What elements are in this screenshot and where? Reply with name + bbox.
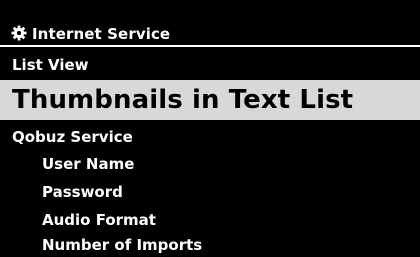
menu-item-number-of-imports[interactable]: Number of Imports bbox=[0, 234, 420, 257]
header-title: Internet Service bbox=[32, 25, 171, 43]
menu-item-password[interactable]: Password bbox=[0, 179, 420, 205]
menu-item-label: Password bbox=[42, 182, 123, 201]
menu-item-label: List View bbox=[12, 55, 89, 74]
menu-item-label: User Name bbox=[42, 154, 135, 173]
menu-item-audio-format[interactable]: Audio Format bbox=[0, 207, 420, 233]
menu-item-list-view[interactable]: List View bbox=[0, 52, 420, 78]
menu-item-label: Number of Imports bbox=[42, 236, 203, 254]
menu-item-label: Audio Format bbox=[42, 210, 156, 229]
menu-item-label: Qobuz Service bbox=[12, 127, 133, 146]
settings-header: Internet Service bbox=[0, 23, 420, 47]
menu-item-user-name[interactable]: User Name bbox=[0, 151, 420, 177]
gear-icon bbox=[11, 25, 27, 41]
menu-item-label: Thumbnails in Text List bbox=[12, 85, 354, 115]
settings-screen: Internet Service List View Thumbnails in… bbox=[0, 0, 420, 257]
menu-item-qobuz-service[interactable]: Qobuz Service bbox=[0, 124, 420, 150]
menu-item-thumbnails-in-text-list[interactable]: Thumbnails in Text List bbox=[0, 80, 420, 120]
